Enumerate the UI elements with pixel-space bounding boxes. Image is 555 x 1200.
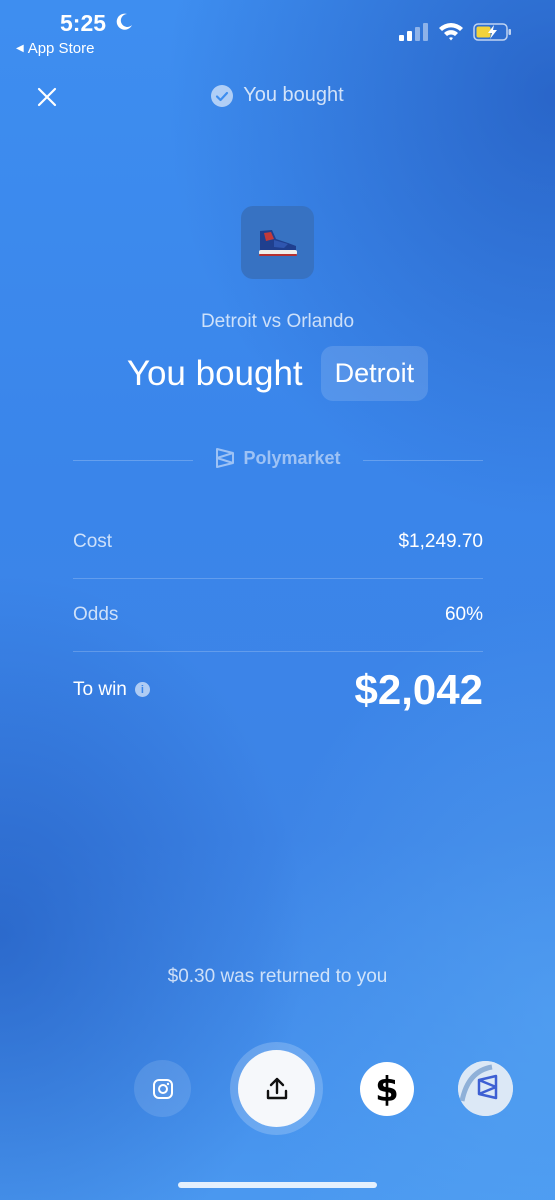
instagram-share-button[interactable] — [134, 1060, 191, 1117]
order-details: Cost $1,249.70 Odds 60% To win i $2,042 — [73, 506, 483, 727]
sneaker-icon — [258, 229, 297, 256]
cellular-signal-icon — [399, 23, 428, 41]
cash-app-icon: $ — [375, 1070, 399, 1108]
cost-row: Cost $1,249.70 — [73, 506, 483, 579]
cost-value: $1,249.70 — [398, 531, 483, 552]
divider-line-right — [363, 460, 483, 461]
svg-text:$: $ — [375, 1070, 399, 1108]
instagram-icon — [152, 1078, 173, 1099]
to-win-row: To win i $2,042 — [73, 652, 483, 727]
header-title-text: You bought — [243, 84, 344, 106]
header-title: You bought — [0, 84, 555, 107]
status-bar: 5:25 ◀ App Store — [0, 0, 555, 70]
wifi-icon — [439, 23, 463, 41]
team-chip: Detroit — [320, 346, 429, 401]
headline-text: You bought — [126, 353, 303, 393]
share-upload-icon — [266, 1077, 287, 1099]
purchase-headline: You bought Detroit — [0, 346, 555, 401]
odds-value: 60% — [444, 604, 483, 625]
check-circle-icon — [211, 84, 234, 107]
to-win-label-group: To win i — [73, 679, 150, 701]
back-app-label: App Store — [27, 40, 95, 57]
odds-row: Odds 60% — [73, 579, 483, 652]
to-win-label: To win — [73, 678, 127, 700]
battery-icon — [473, 23, 511, 41]
polymarket-icon — [458, 1061, 513, 1116]
polymarket-share-button[interactable] — [458, 1061, 513, 1116]
back-to-app-store[interactable]: ◀ App Store — [16, 40, 94, 57]
brand-name: Polymarket — [243, 447, 341, 468]
divider-line-left — [73, 460, 193, 461]
returned-notice: $0.30 was returned to you — [167, 966, 388, 987]
cash-app-share-button[interactable]: $ — [360, 1062, 414, 1116]
to-win-value: $2,042 — [354, 665, 483, 713]
share-button[interactable] — [238, 1050, 315, 1127]
odds-label: Odds — [73, 604, 119, 625]
matchup-title: Detroit vs Orlando — [200, 311, 355, 332]
info-icon[interactable]: i — [134, 682, 150, 697]
moon-icon — [116, 13, 132, 30]
back-triangle-icon: ◀ — [16, 43, 24, 54]
cost-label: Cost — [73, 531, 113, 552]
polymarket-logo-icon — [216, 448, 235, 468]
brand-divider: Polymarket — [73, 447, 483, 473]
clock: 5:25 — [60, 10, 107, 36]
product-thumbnail — [241, 206, 314, 279]
home-indicator[interactable] — [178, 1182, 377, 1188]
polymarket-brand: Polymarket — [213, 447, 343, 469]
